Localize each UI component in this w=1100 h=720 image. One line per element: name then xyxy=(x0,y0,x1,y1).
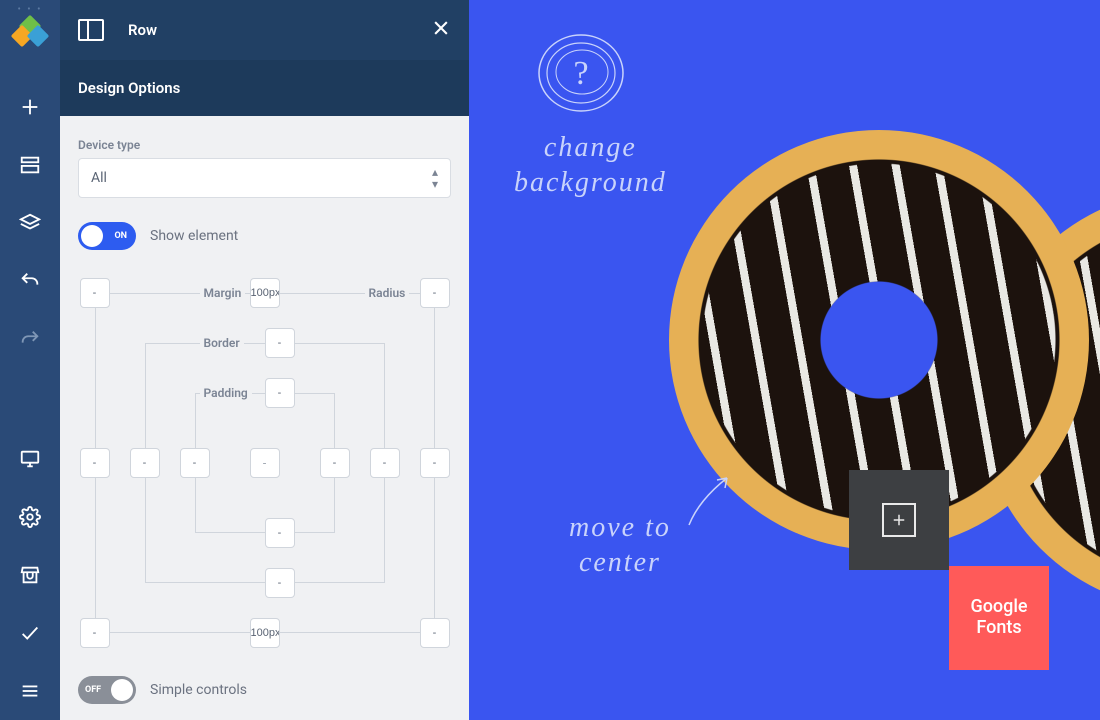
row-icon xyxy=(78,19,104,41)
menu-icon xyxy=(19,680,41,702)
editor-canvas[interactable]: ? change background move to center Googl… xyxy=(469,0,1100,720)
done-button[interactable] xyxy=(0,604,60,662)
show-element-toggle[interactable]: ON xyxy=(78,222,136,250)
rail-drag-dots: • • • xyxy=(17,0,42,14)
redo-button[interactable] xyxy=(0,310,60,368)
panel-section-title: Design Options xyxy=(60,60,469,116)
template-icon xyxy=(19,154,41,176)
add-content-dropzone[interactable] xyxy=(849,470,949,570)
menu-button[interactable] xyxy=(0,662,60,720)
question-scribble-icon: ? xyxy=(531,28,631,118)
gear-icon xyxy=(19,506,41,528)
toggle-off-label: OFF xyxy=(85,685,101,695)
store-button[interactable] xyxy=(0,546,60,604)
layers-icon xyxy=(19,212,41,234)
margin-top-input[interactable] xyxy=(250,278,280,308)
padding-bottom-input[interactable] xyxy=(265,518,295,548)
desktop-icon xyxy=(19,448,41,470)
simple-controls-label: Simple controls xyxy=(150,682,247,698)
radius-topright-input[interactable] xyxy=(420,448,450,478)
google-fonts-label: Google Fonts xyxy=(953,597,1045,638)
margin-topleft-input[interactable] xyxy=(80,278,110,308)
border-top-input[interactable] xyxy=(265,328,295,358)
add-element-button[interactable] xyxy=(0,78,60,136)
plus-icon xyxy=(19,96,41,118)
check-icon xyxy=(19,622,41,644)
toggle-on-label: ON xyxy=(114,231,127,241)
border-label: Border xyxy=(200,336,244,350)
undo-icon xyxy=(19,270,41,292)
undo-button[interactable] xyxy=(0,252,60,310)
padding-right-input[interactable] xyxy=(320,448,350,478)
design-options-panel: Row Design Options Device type All ▴▾ ON… xyxy=(60,0,469,720)
border-right-input[interactable] xyxy=(370,448,400,478)
device-type-label: Device type xyxy=(78,138,451,152)
panel-body: Device type All ▴▾ ON Show element Margi… xyxy=(60,116,469,720)
google-fonts-tile[interactable]: Google Fonts xyxy=(949,566,1049,670)
border-bottom-input[interactable] xyxy=(265,568,295,598)
margin-bottom-input[interactable] xyxy=(250,618,280,648)
radius-top-input[interactable] xyxy=(420,278,450,308)
desktop-preview-button[interactable] xyxy=(0,430,60,488)
device-type-value: All xyxy=(91,170,432,186)
templates-button[interactable] xyxy=(0,136,60,194)
padding-left-input[interactable] xyxy=(180,448,210,478)
content-box: - xyxy=(250,448,280,478)
simple-controls-toggle[interactable]: OFF xyxy=(78,676,136,704)
element-type-title: Row xyxy=(128,21,407,39)
padding-label: Padding xyxy=(200,386,252,400)
close-icon xyxy=(431,18,451,38)
arrow-scribble-icon xyxy=(679,470,739,530)
settings-button[interactable] xyxy=(0,488,60,546)
padding-top-input[interactable] xyxy=(265,378,295,408)
radius-label: Radius xyxy=(365,286,410,300)
layers-button[interactable] xyxy=(0,194,60,252)
radius-bottomright-input[interactable] xyxy=(420,618,450,648)
chevron-updown-icon: ▴▾ xyxy=(432,166,438,190)
close-panel-button[interactable] xyxy=(431,18,451,42)
margin-left-input[interactable] xyxy=(80,448,110,478)
left-rail: • • • xyxy=(0,0,60,720)
margin-bottomleft-input[interactable] xyxy=(80,618,110,648)
note-change-background: change background xyxy=(514,130,667,200)
show-element-label: Show element xyxy=(150,228,238,244)
panel-header: Row xyxy=(60,0,469,60)
note-move-to-center: move to center xyxy=(569,510,671,580)
redo-icon xyxy=(19,328,41,350)
margin-label: Margin xyxy=(200,286,246,300)
store-icon xyxy=(19,564,41,586)
box-model-editor: Margin Radius Border Padding xyxy=(80,278,450,648)
app-logo xyxy=(14,18,46,50)
plus-box-icon xyxy=(882,503,916,537)
device-type-select[interactable]: All ▴▾ xyxy=(78,158,451,198)
border-left-input[interactable] xyxy=(130,448,160,478)
svg-text:?: ? xyxy=(573,55,588,92)
